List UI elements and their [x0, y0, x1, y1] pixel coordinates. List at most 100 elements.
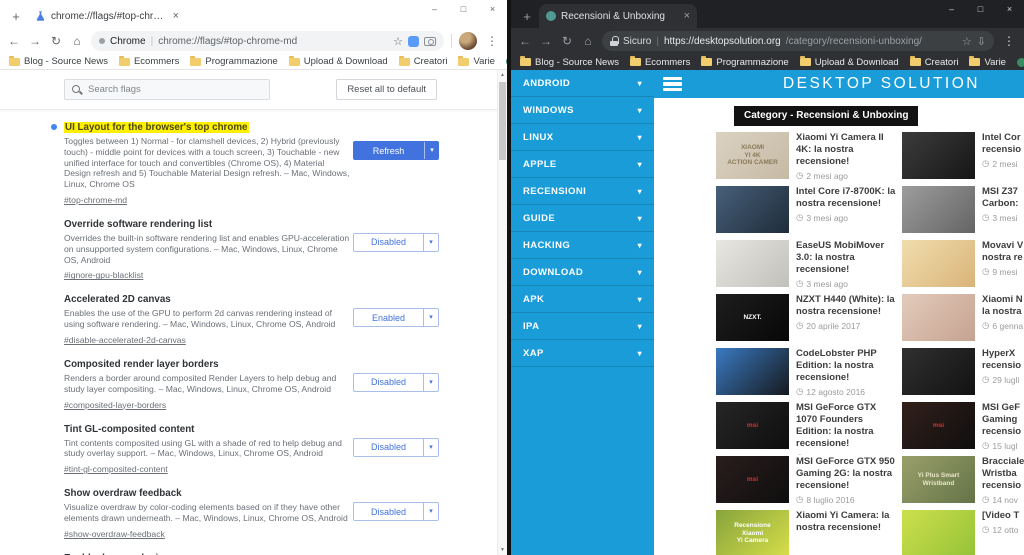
page-scrollbar[interactable]: ▲ ▼ — [497, 70, 507, 555]
bookmark-item[interactable] — [506, 57, 507, 66]
back-icon[interactable]: ← — [7, 34, 21, 48]
article-title[interactable]: Intel Core i7-8700K: la nostra recension… — [796, 186, 898, 210]
article-title[interactable]: BraccialeWristbarecensio — [982, 456, 1024, 492]
tab-close-icon[interactable]: × — [684, 10, 690, 22]
article-item[interactable]: MSI Z37Carbon:◷3 mesi — [902, 186, 1024, 239]
scrollbar-thumb[interactable] — [499, 82, 506, 160]
article-thumbnail[interactable]: msi — [902, 402, 975, 449]
sidebar-item-apk[interactable]: APK▾ — [511, 286, 654, 313]
article-thumbnail[interactable] — [716, 348, 789, 395]
new-tab-icon[interactable]: + — [517, 9, 537, 24]
article-title[interactable]: MSI GeForce GTX 950 Gaming 2G: la nostra… — [796, 456, 898, 492]
bookmark-item[interactable]: Programmazione — [701, 57, 788, 68]
dropdown-caret-icon[interactable]: ▾ — [423, 439, 438, 456]
minimize-button[interactable]: – — [937, 0, 966, 19]
article-item[interactable]: msiMSI GeForce GTX 950 Gaming 2G: la nos… — [716, 456, 898, 509]
bookmark-item[interactable]: Varie — [458, 56, 494, 67]
bookmark-item[interactable]: Upload & Download — [800, 57, 899, 68]
article-thumbnail[interactable]: XIAOMI YI 4K ACTION CAMER — [716, 132, 789, 179]
article-thumbnail[interactable]: Yi Plus Smart Wristband — [902, 456, 975, 503]
sidebar-item-windows[interactable]: WINDOWS▾ — [511, 97, 654, 124]
sidebar-item-ipa[interactable]: IPA▾ — [511, 313, 654, 340]
search-flags-input[interactable] — [88, 84, 262, 95]
article-thumbnail[interactable]: msi — [716, 456, 789, 503]
dropdown-caret-icon[interactable]: ▾ — [423, 309, 438, 326]
flag-permalink[interactable]: #top-chrome-md — [64, 195, 127, 205]
flag-setting-dropdown[interactable]: Disabled▾ — [353, 373, 439, 392]
reload-icon[interactable]: ↻ — [49, 34, 63, 48]
bookmark-item[interactable]: Ecommers — [630, 57, 690, 68]
article-title[interactable]: Intel Correcensio — [982, 132, 1024, 156]
hamburger-menu-icon[interactable] — [663, 77, 682, 92]
site-logo[interactable]: DESKTOP SOLUTION — [783, 75, 980, 93]
article-title[interactable]: EaseUS MobiMover 3.0: la nostra recensio… — [796, 240, 898, 276]
home-icon[interactable]: ⌂ — [70, 34, 84, 48]
flag-permalink[interactable]: #tint-gl-composited-content — [64, 464, 168, 474]
article-title[interactable]: MSI GeFGamingrecensio — [982, 402, 1024, 438]
bookmark-item[interactable] — [1017, 58, 1024, 67]
reset-all-button[interactable]: Reset all to default — [336, 79, 437, 100]
browser-menu-icon[interactable]: ⋮ — [484, 34, 500, 48]
article-thumbnail[interactable]: NZXT. — [716, 294, 789, 341]
article-title[interactable]: Movavi Vnostra re — [982, 240, 1024, 264]
article-thumbnail[interactable] — [716, 186, 789, 233]
bookmark-item[interactable]: Varie — [969, 57, 1005, 68]
article-item[interactable]: EaseUS MobiMover 3.0: la nostra recensio… — [716, 240, 898, 293]
sidebar-item-apple[interactable]: APPLE▾ — [511, 151, 654, 178]
close-button[interactable]: × — [478, 0, 507, 19]
article-title[interactable]: MSI Z37Carbon: — [982, 186, 1024, 210]
article-item[interactable]: XIAOMI YI 4K ACTION CAMERXiaomi Yi Camer… — [716, 132, 898, 185]
flag-permalink[interactable]: #ignore-gpu-blacklist — [64, 270, 143, 280]
article-thumbnail[interactable] — [902, 186, 975, 233]
article-thumbnail[interactable] — [902, 132, 975, 179]
scroll-up-icon[interactable]: ▲ — [498, 72, 507, 78]
back-icon[interactable]: ← — [518, 34, 532, 48]
article-item[interactable]: Yi Plus Smart WristbandBraccialeWristbar… — [902, 456, 1024, 509]
article-thumbnail[interactable] — [902, 240, 975, 287]
article-item[interactable]: msiMSI GeFGamingrecensio◷15 lugl — [902, 402, 1024, 455]
article-item[interactable]: [Video T◷12 otto — [902, 510, 1024, 555]
flag-setting-dropdown[interactable]: Disabled▾ — [353, 233, 439, 252]
bookmark-item[interactable]: Creatori — [910, 57, 959, 68]
bookmark-item[interactable]: Upload & Download — [289, 56, 388, 67]
article-title[interactable]: Xiaomi Yi Camera: la nostra recensione! — [796, 510, 898, 534]
sidebar-item-xap[interactable]: XAP▾ — [511, 340, 654, 367]
bookmark-star-icon[interactable]: ☆ — [962, 35, 972, 48]
article-title[interactable]: MSI GeForce GTX 1070 Founders Edition: l… — [796, 402, 898, 450]
minimize-button[interactable]: – — [420, 0, 449, 19]
dropdown-caret-icon[interactable]: ▾ — [423, 234, 438, 251]
article-thumbnail[interactable]: msi — [716, 402, 789, 449]
flag-permalink[interactable]: #composited-layer-borders — [64, 400, 166, 410]
search-flags-box[interactable] — [64, 79, 270, 100]
flag-permalink[interactable]: #disable-accelerated-2d-canvas — [64, 335, 186, 345]
article-item[interactable]: CodeLobster PHP Edition: la nostra recen… — [716, 348, 898, 401]
article-item[interactable]: Intel Correcensio◷2 mesi — [902, 132, 1024, 185]
home-icon[interactable]: ⌂ — [581, 34, 595, 48]
article-item[interactable]: Movavi Vnostra re◷9 mesi — [902, 240, 1024, 293]
address-bar[interactable]: Chrome | chrome://flags/#top-chrome-md ☆ — [91, 31, 444, 51]
browser-tab[interactable]: chrome://flags/#top-chrome-md × — [28, 4, 186, 28]
bookmark-star-icon[interactable]: ☆ — [393, 35, 403, 48]
flag-setting-dropdown[interactable]: Enabled▾ — [353, 308, 439, 327]
bookmark-item[interactable]: Programmazione — [190, 56, 277, 67]
dropdown-caret-icon[interactable]: ▾ — [423, 374, 438, 391]
article-title[interactable]: Xiaomi Nla nostra — [982, 294, 1024, 318]
article-title[interactable]: NZXT H440 (White): la nostra recensione! — [796, 294, 898, 318]
bookmark-item[interactable]: Blog - Source News — [520, 57, 619, 68]
article-title[interactable]: [Video T — [982, 510, 1024, 522]
article-item[interactable]: Intel Core i7-8700K: la nostra recension… — [716, 186, 898, 239]
article-thumbnail[interactable] — [716, 240, 789, 287]
sidebar-item-guide[interactable]: GUIDE▾ — [511, 205, 654, 232]
download-icon[interactable]: ⇩ — [977, 35, 986, 48]
sidebar-item-recensioni[interactable]: RECENSIONI▾ — [511, 178, 654, 205]
sidebar-item-linux[interactable]: LINUX▾ — [511, 124, 654, 151]
article-item[interactable]: HyperXrecensio◷29 lugli — [902, 348, 1024, 401]
maximize-button[interactable]: □ — [966, 0, 995, 19]
forward-icon[interactable]: → — [28, 34, 42, 48]
flag-refresh-button[interactable]: Refresh▾ — [353, 141, 439, 160]
bookmark-item[interactable]: Ecommers — [119, 56, 179, 67]
flag-setting-dropdown[interactable]: Disabled▾ — [353, 502, 439, 521]
article-item[interactable]: msiMSI GeForce GTX 1070 Founders Edition… — [716, 402, 898, 455]
article-title[interactable]: HyperXrecensio — [982, 348, 1024, 372]
address-bar[interactable]: Sicuro | https://desktopsolution.org /ca… — [602, 31, 994, 51]
